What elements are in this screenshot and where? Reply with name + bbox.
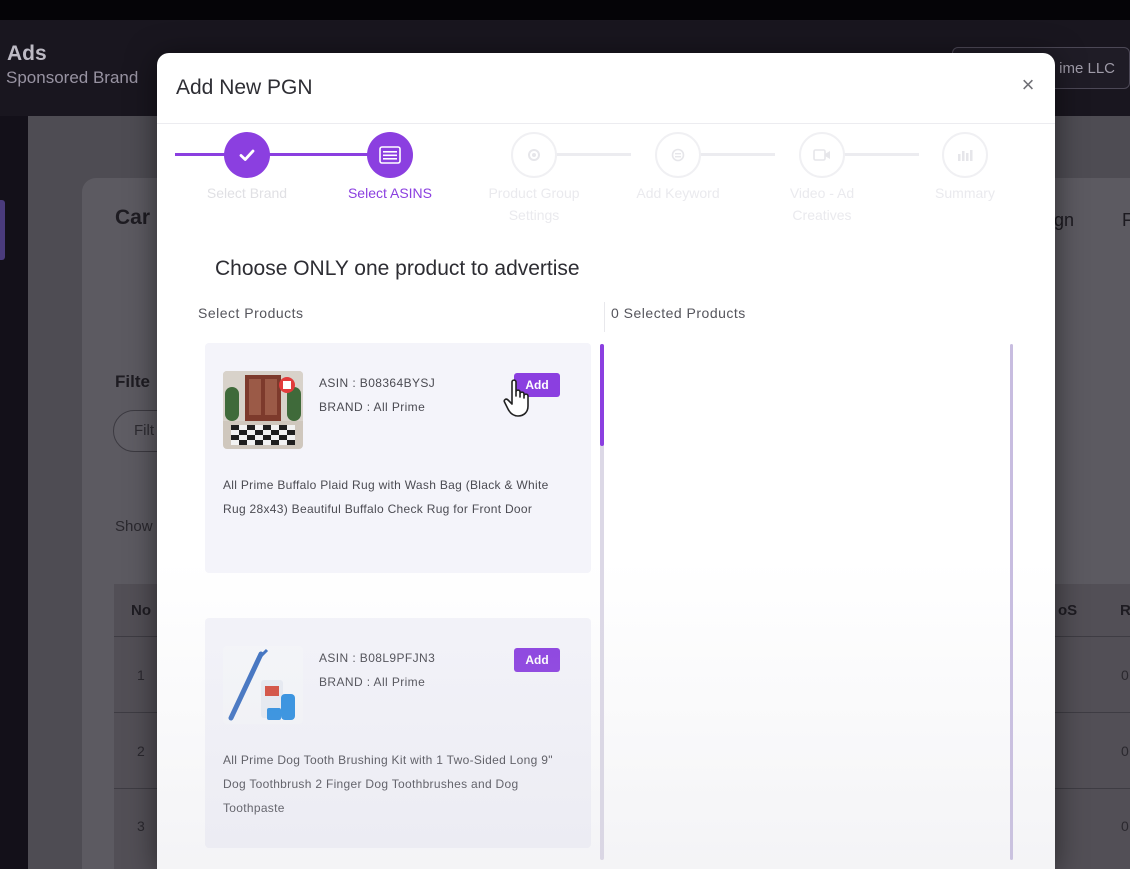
selected-list-scrollbar[interactable] — [1010, 344, 1013, 860]
step-label: Product Group Settings — [488, 185, 580, 223]
product-card: ASIN : B08L9PFJN3 BRAND : All Prime Add … — [205, 618, 591, 848]
step-label: Video - Ad Creatives — [789, 185, 855, 223]
product-asin: ASIN : B08L9PFJN3 — [319, 651, 436, 665]
app-subtitle: Sponsored Brand — [6, 68, 139, 87]
step-circle — [942, 132, 988, 178]
table-row-number: 2 — [137, 743, 145, 759]
add-product-button[interactable]: Add — [514, 648, 560, 672]
choose-product-heading: Choose ONLY one product to advertise — [215, 257, 580, 280]
close-icon[interactable]: × — [1018, 74, 1038, 96]
hand-cursor-icon — [503, 379, 529, 417]
product-brand: BRAND : All Prime — [319, 400, 426, 414]
step-label: Add Keyword — [636, 185, 720, 201]
check-icon — [239, 149, 255, 161]
show-entries-label: Show — [115, 518, 153, 535]
card-title: Car — [115, 206, 151, 229]
sidebar-active-indicator — [0, 200, 5, 260]
product-card: ASIN : B08364BYSJ BRAND : All Prime Add … — [205, 343, 591, 573]
window-top-bar — [0, 0, 1130, 20]
table-header-no: No — [131, 602, 151, 619]
step-circle — [367, 132, 413, 178]
list-icon — [379, 146, 401, 164]
product-brand: BRAND : All Prime — [319, 675, 426, 689]
keyword-icon — [671, 148, 685, 162]
column-divider — [604, 302, 605, 332]
product-list: ASIN : B08364BYSJ BRAND : All Prime Add … — [205, 343, 603, 869]
table-row-number: 1 — [137, 667, 145, 683]
step-label: Select ASINS — [347, 185, 433, 201]
table-cell-value: 0 — [1121, 818, 1129, 834]
secondary-link[interactable]: F — [1122, 210, 1130, 231]
filter-placeholder: Filt — [134, 422, 154, 439]
step-circle — [511, 132, 557, 178]
table-header-roas: oS — [1058, 602, 1078, 619]
step-label: Select Brand — [206, 185, 288, 201]
modal-header: Add New PGN × — [157, 53, 1055, 124]
account-name: ime LLC — [1059, 60, 1115, 77]
product-description: All Prime Buffalo Plaid Rug with Wash Ba… — [223, 478, 549, 516]
table-header-r: R — [1120, 602, 1130, 619]
filter-label: Filte — [115, 372, 150, 391]
step-circle — [799, 132, 845, 178]
rug-door-image — [223, 371, 303, 449]
step-circle — [224, 132, 270, 178]
product-description: All Prime Dog Tooth Brushing Kit with 1 … — [223, 753, 553, 815]
gear-icon — [528, 149, 540, 161]
table-cell-value: 0 — [1121, 667, 1129, 683]
app-title: Ads — [7, 42, 47, 65]
video-icon — [813, 149, 830, 161]
toothbrush-kit-image — [223, 646, 303, 724]
step-circle — [655, 132, 701, 178]
table-row-number: 3 — [137, 818, 145, 834]
product-asin: ASIN : B08364BYSJ — [319, 376, 436, 390]
selected-products-label: 0 Selected Products — [611, 305, 746, 321]
product-list-scroll-thumb[interactable] — [600, 344, 604, 446]
table-cell-value: 0 — [1121, 743, 1129, 759]
select-products-label: Select Products — [198, 305, 304, 321]
modal-title: Add New PGN — [176, 76, 313, 99]
step-label: Summary — [935, 185, 995, 201]
chart-icon — [958, 150, 973, 161]
add-pgn-modal: Add New PGN × Select Brand Select ASINS … — [157, 53, 1055, 869]
